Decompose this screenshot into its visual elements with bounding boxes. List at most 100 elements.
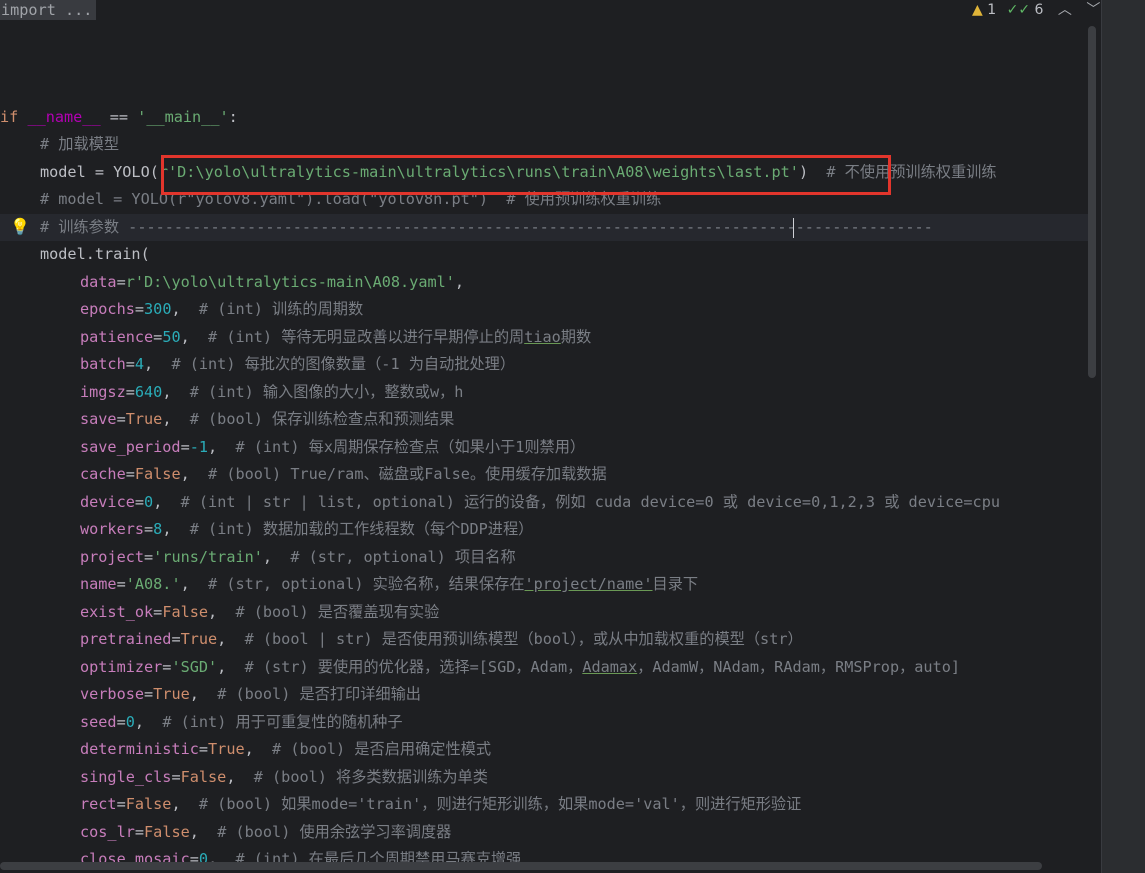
horizontal-scrollbar[interactable] (0, 862, 1042, 870)
code-line[interactable]: optimizer='SGD', # (str) 要使用的优化器，选择=[SGD… (0, 654, 960, 681)
ide-window: import ... if __name__ == '__main__': # 加… (0, 0, 1145, 873)
code-token: 300 (144, 300, 172, 318)
code-line[interactable]: data=r'D:\yolo\ultralytics-main\A08.yaml… (0, 269, 464, 296)
code-token: # (bool) 将多类数据训练为单类 (253, 768, 488, 786)
code-token: , (180, 465, 209, 483)
code-token: # (int) 数据加载的工作线程数（每个DDP进程） (189, 520, 534, 538)
code-token: 50 (162, 328, 181, 346)
text-caret (793, 218, 794, 238)
code-token: __name__ (27, 108, 101, 126)
code-token: pretrained (80, 630, 172, 648)
code-line[interactable]: save_period=-1, # (int) 每x周期保存检查点（如果小于1则… (0, 434, 585, 461)
code-token: , (134, 713, 163, 731)
code-line[interactable]: verbose=True, # (bool) 是否打印详细输出 (0, 681, 421, 708)
code-line[interactable]: save=True, # (bool) 保存训练检查点和预测结果 (0, 406, 454, 433)
code-token: = (180, 438, 190, 456)
code-token: , (454, 273, 465, 291)
code-line[interactable]: name='A08.', # (str, optional) 实验名称，结果保存… (0, 571, 698, 598)
code-token: = (198, 740, 209, 758)
code-token: = (134, 823, 145, 841)
code-token: , (189, 823, 218, 841)
code-line[interactable]: patience=50, # (int) 等待无明显改善以进行早期停止的周tia… (0, 324, 591, 351)
code-line[interactable]: project='runs/train', # (str, optional) … (0, 544, 516, 571)
code-token: = (144, 685, 154, 703)
code-token: cos_lr (80, 823, 135, 841)
code-token: cache (80, 465, 126, 483)
code-token: # (int) 输入图像的大小，整数或w，h (189, 383, 464, 401)
folded-import-region[interactable]: import ... (0, 0, 97, 20)
code-token: # (int) 用于可重复性的随机种子 (162, 713, 403, 731)
code-token: # (bool) 是否打印详细输出 (217, 685, 421, 703)
code-token: , (171, 300, 199, 318)
code-line[interactable]: single_cls=False, # (bool) 将多类数据训练为单类 (0, 764, 488, 791)
code-token: tiao (524, 328, 561, 346)
code-line[interactable]: device=0, # (int | str | list, optional)… (0, 489, 1000, 516)
code-token: device (80, 493, 135, 511)
chevron-up-icon[interactable]: ︿ (1058, 0, 1072, 20)
code-line[interactable]: batch=4, # (int) 每批次的图像数量（-1 为自动批处理） (0, 351, 515, 378)
code-token: = (125, 383, 135, 401)
code-token: # (int) 每x周期保存检查点（如果小于1则禁用） (235, 438, 586, 456)
code-token: ，AdamW，NAdam，RAdam，RMSProp，auto] (637, 658, 961, 676)
code-token: workers (80, 520, 145, 538)
chevron-down-icon[interactable]: ﹀ (1086, 0, 1100, 20)
code-line[interactable]: workers=8, # (int) 数据加载的工作线程数（每个DDP进程） (0, 516, 533, 543)
code-token: seed (80, 713, 117, 731)
code-token: single_cls (80, 768, 172, 786)
code-token: 'A08.' (125, 575, 181, 593)
code-token: , (180, 328, 209, 346)
code-line[interactable]: pretrained=True, # (bool | str) 是否使用预训练模… (0, 626, 803, 653)
code-token: rect (80, 795, 117, 813)
code-editor[interactable]: import ... if __name__ == '__main__': # 加… (0, 0, 1101, 873)
code-token: 'SGD' (171, 658, 218, 676)
code-token: 'runs/train' (153, 548, 263, 566)
code-token: # (bool) 是否覆盖现有实验 (235, 603, 440, 621)
code-token: # 加载模型 (40, 135, 120, 153)
code-token: optimizer (80, 658, 163, 676)
inspection-widget[interactable]: ▲ 1 ✓✓ 6 ︿ ﹀ (972, 0, 1100, 20)
code-line[interactable]: exist_ok=False, # (bool) 是否覆盖现有实验 (0, 599, 439, 626)
code-token: , (162, 383, 190, 401)
code-line[interactable]: deterministic=True, # (bool) 是否启用确定性模式 (0, 736, 491, 763)
code-token: # (bool | str) 是否使用预训练模型（bool），或从中加载权重的模… (244, 630, 803, 648)
code-line[interactable]: seed=0, # (int) 用于可重复性的随机种子 (0, 709, 403, 736)
vertical-scrollbar[interactable] (1088, 26, 1096, 378)
code-token: verbose (80, 685, 145, 703)
code-token: = (134, 300, 145, 318)
code-line[interactable]: cos_lr=False, # (bool) 使用余弦学习率调度器 (0, 819, 451, 846)
lightbulb-icon[interactable]: 💡 (10, 217, 30, 237)
code-token: False (144, 823, 190, 841)
code-token: data (80, 273, 117, 291)
code-token: = (153, 328, 163, 346)
code-token: True (125, 410, 163, 428)
code-token: if (0, 108, 28, 126)
code-token: , (162, 410, 190, 428)
right-tool-strip (1101, 0, 1145, 873)
code-line[interactable]: rect=False, # (bool) 如果mode='train'，则进行矩… (0, 791, 801, 818)
code-line[interactable]: # 加载模型 (0, 131, 119, 158)
code-token: = (116, 575, 126, 593)
code-token: = (153, 603, 163, 621)
code-token: , (217, 630, 245, 648)
code-line[interactable]: epochs=300, # (int) 训练的周期数 (0, 296, 363, 323)
code-token: patience (80, 328, 154, 346)
code-token: False (125, 795, 172, 813)
code-token: exist_ok (80, 603, 154, 621)
code-token: = (134, 493, 145, 511)
code-token: batch (80, 355, 126, 373)
code-line[interactable]: cache=False, # (bool) True/ram、磁盘或False。… (0, 461, 607, 488)
code-token: 目录下 (652, 575, 699, 593)
code-token: imgsz (80, 383, 126, 401)
code-line[interactable]: imgsz=640, # (int) 输入图像的大小，整数或w，h (0, 379, 463, 406)
code-token: , (171, 795, 199, 813)
code-line[interactable]: if __name__ == '__main__': (0, 104, 238, 131)
warning-count: 1 (987, 2, 997, 18)
code-token: = (125, 355, 135, 373)
code-token: , (208, 603, 236, 621)
code-token: # (bool) 保存训练检查点和预测结果 (189, 410, 455, 428)
code-token: 8 (153, 520, 163, 538)
code-token: 640 (134, 383, 163, 401)
code-token: model.train( (40, 245, 150, 263)
code-token: = (116, 273, 126, 291)
code-line[interactable]: model.train( (0, 241, 150, 268)
